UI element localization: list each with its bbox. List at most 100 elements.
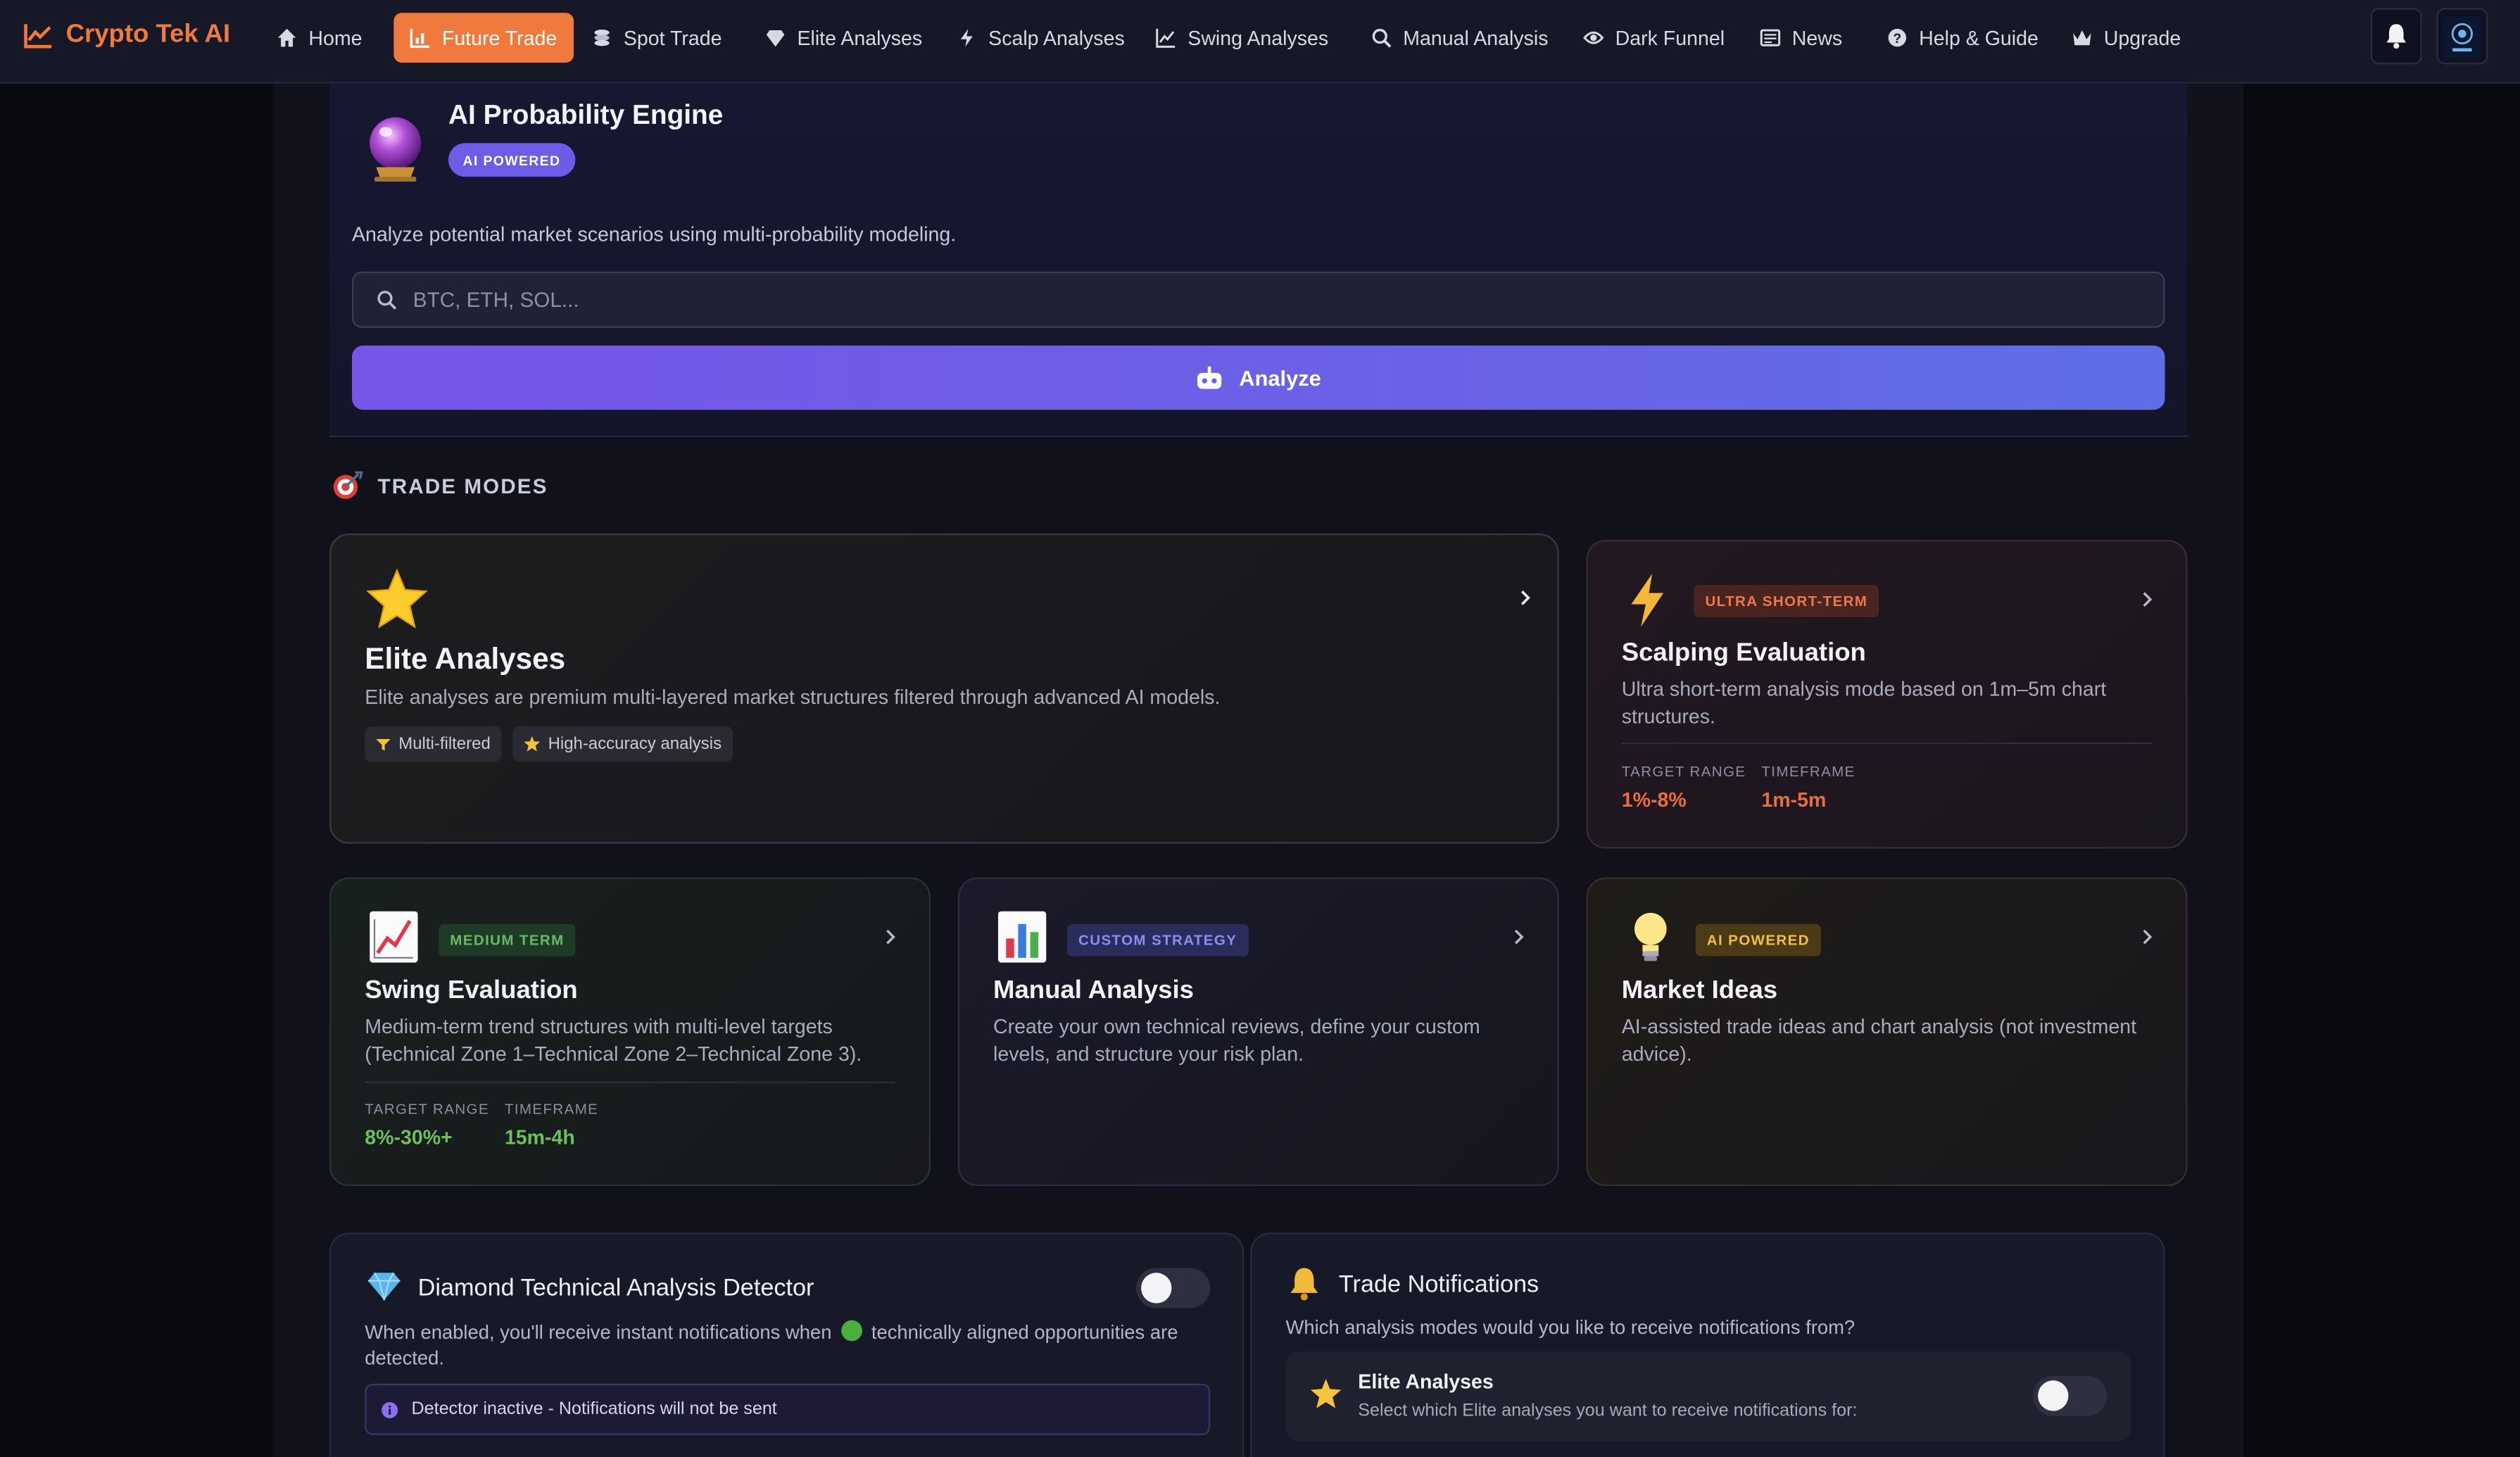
nav-dark-funnel[interactable]: Dark Funnel [1567,13,1741,63]
detector-status-text: Detector inactive - Notifications will n… [411,1399,777,1420]
target-range-label: TARGET RANGE [1621,763,1746,780]
trade-modes-heading: TRADE MODES [331,471,548,500]
detector-description: When enabled, you'll receive instant not… [365,1320,1200,1371]
chevron-right-icon [1520,590,1530,605]
coins-icon [594,29,610,46]
bell-icon [2386,24,2406,49]
nav-label: News [1791,26,1843,49]
app-window: Crypto Tek AI Home Future Trade Spot Tra… [0,0,2520,1457]
nav-elite-analyses[interactable]: Elite Analyses [749,13,938,63]
elite-notification-row: Elite Analyses Select which Elite analys… [1285,1351,2131,1442]
pill-label: Multi-filtered [398,734,491,754]
detector-title: Diamond Technical Analysis Detector [417,1274,814,1302]
analyze-button[interactable]: Analyze [352,345,2165,410]
card-divider [365,1081,895,1083]
line-chart-icon [1156,28,1176,48]
detector-description-part1: When enabled, you'll receive instant not… [365,1320,832,1344]
info-icon [382,1401,398,1418]
chevron-right-icon [886,929,895,945]
trade-notifications-panel: Trade Notifications Which analysis modes… [1250,1232,2165,1457]
ai-powered-badge: AI POWERED [448,143,575,177]
card-description: Ultra short-term analysis mode based on … [1621,678,2107,728]
card-title: Elite Analyses [365,641,566,675]
profile-avatar-button[interactable] [2436,8,2488,65]
notifications-title: Trade Notifications [1338,1271,1539,1299]
detector-toggle[interactable] [1136,1268,1211,1308]
notifications-button[interactable] [2370,8,2422,65]
nav-news[interactable]: News [1744,13,1858,63]
help-icon: ? [1888,28,1907,47]
nav-label: Home [308,26,363,49]
brand-logo[interactable]: Crypto Tek AI [23,21,230,50]
symbol-search-field[interactable] [352,271,2165,328]
nav-label: Future Trade [441,26,557,49]
search-icon [1372,28,1392,48]
nav-swing-analyses[interactable]: Swing Analyses [1140,13,1344,63]
timeframe-label: TIMEFRAME [504,1100,599,1117]
nav-scalp-analyses[interactable]: Scalp Analyses [940,13,1141,63]
card-description: Elite analyses are premium multi-layered… [365,686,1221,709]
elite-analyses-card[interactable]: Elite Analyses Elite analyses are premiu… [329,534,1559,844]
dart-target-icon [333,471,363,499]
eye-icon [1583,31,1604,44]
nav-home[interactable]: Home [260,13,378,63]
filter-icon [376,738,391,750]
engine-title: AI Probability Engine [448,99,724,130]
high-accuracy-pill: High-accuracy analysis [512,726,733,762]
diamond-icon [766,30,785,47]
elite-notification-toggle[interactable] [2033,1375,2108,1416]
scalping-evaluation-card[interactable]: ULTRA SHORT-TERM Scalping Evaluation Ult… [1586,540,2188,849]
toggle-knob [1141,1273,1172,1304]
card-title: Manual Analysis [993,977,1194,1004]
bell-icon [1290,1268,1318,1301]
card-divider [1621,742,2153,745]
market-ideas-card[interactable]: AI POWERED Market Ideas AI-assisted trad… [1586,877,2188,1187]
target-range-label: TARGET RANGE [365,1100,489,1117]
star-icon [366,569,428,629]
engine-description: Analyze potential market scenarios using… [352,223,957,246]
nav-label: Elite Analyses [797,26,923,49]
chevron-right-icon [2143,929,2153,945]
timeframe-value: 1m-5m [1761,789,1827,812]
nav-label: Upgrade [2103,26,2181,49]
star-icon [524,736,541,752]
svg-text:?: ? [1893,32,1901,46]
nav-label: Swing Analyses [1187,26,1329,49]
nav-future-trade[interactable]: Future Trade [393,13,574,63]
nav-label: Scalp Analyses [988,26,1125,49]
chart-increasing-icon [370,911,418,963]
manual-analysis-card[interactable]: CUSTOM STRATEGY Manual Analysis Create y… [957,877,1559,1187]
top-navbar: Crypto Tek AI Home Future Trade Spot Tra… [0,0,2520,84]
bolt-icon [960,28,973,47]
section-title: TRADE MODES [377,473,548,498]
brand-name: Crypto Tek AI [65,20,231,49]
nav-help-guide[interactable]: ? Help & Guide [1871,13,2055,63]
notifications-subtitle: Which analysis modes would you like to r… [1285,1316,1856,1339]
left-gutter [0,83,274,1457]
nav-manual-analysis[interactable]: Manual Analysis [1355,13,1565,63]
elite-notification-desc: Select which Elite analyses you want to … [1358,1401,1858,1421]
symbol-search-input[interactable] [412,287,2164,312]
home-icon [277,28,296,47]
chevron-right-icon [1514,929,1524,945]
detector-status-box: Detector inactive - Notifications will n… [365,1383,1211,1435]
toggle-knob [2038,1380,2069,1411]
elite-notification-title: Elite Analyses [1358,1370,1494,1394]
card-description: AI-assisted trade ideas and chart analys… [1621,1015,2137,1066]
swing-evaluation-card[interactable]: MEDIUM TERM Swing Evaluation Medium-term… [329,877,931,1187]
newspaper-icon [1760,29,1781,46]
analyze-label: Analyze [1239,365,1321,390]
nav-label: Spot Trade [623,26,722,49]
ai-probability-engine-panel: AI Probability Engine AI POWERED Analyze… [329,83,2188,438]
green-circle-icon [840,1320,862,1342]
chevron-right-icon [2143,592,2153,607]
timeframe-value: 15m-4h [504,1126,575,1149]
trend-chart-icon [24,23,52,48]
lightbulb-icon [1634,912,1667,961]
nav-upgrade[interactable]: Upgrade [2055,13,2197,63]
nav-label: Help & Guide [1919,26,2039,49]
custom-strategy-tag: CUSTOM STRATEGY [1067,923,1249,957]
ultra-short-term-tag: ULTRA SHORT-TERM [1694,585,1879,617]
card-title: Scalping Evaluation [1621,639,1866,667]
nav-spot-trade[interactable]: Spot Trade [575,13,738,63]
